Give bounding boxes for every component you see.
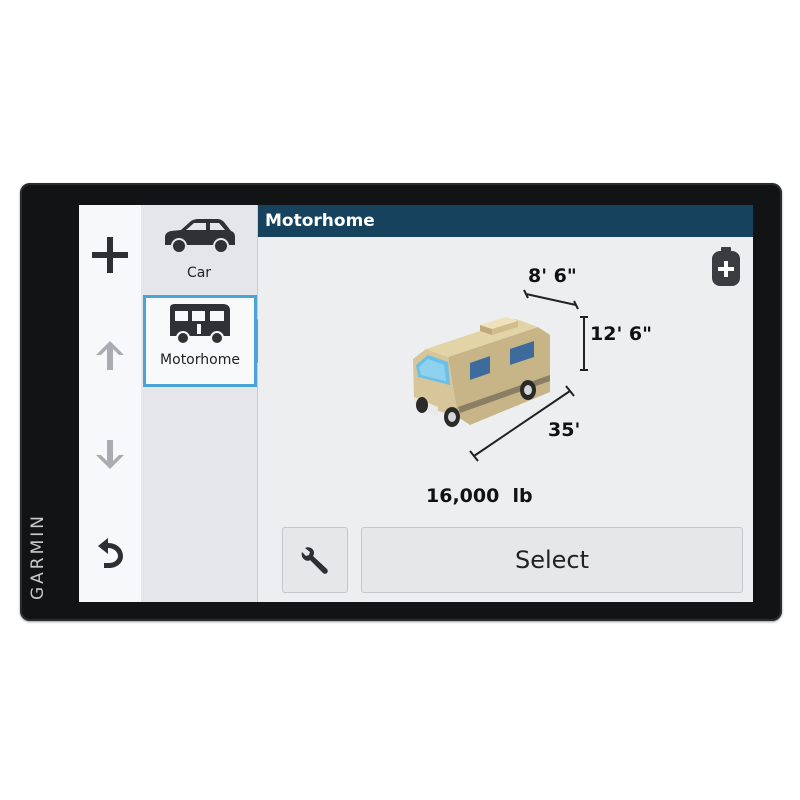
wrench-icon: [301, 547, 328, 574]
car-icon: [165, 219, 235, 254]
control-rail: [79, 205, 142, 602]
width-value: 8' 6": [528, 265, 577, 287]
arrow-down-icon: [96, 440, 124, 469]
profile-label: Motorhome: [160, 352, 240, 368]
dimension-lines: [469, 289, 588, 462]
vehicle-profile-list: Car Motorhome: [141, 205, 258, 602]
length-value: 35': [548, 419, 581, 441]
select-button[interactable]: Select: [361, 527, 743, 593]
vehicle-details-panel: 8' 6" 12' 6" 35' 16,000 lb Select: [258, 237, 753, 602]
back-button[interactable]: [79, 523, 141, 583]
scroll-down-button[interactable]: [79, 425, 141, 485]
settings-button[interactable]: [282, 527, 348, 593]
page-title: Motorhome: [258, 205, 753, 237]
profile-item-motorhome[interactable]: Motorhome: [143, 295, 257, 387]
add-icon: [92, 237, 128, 273]
screen: Car Motorhome Motorhome 8' 6" 12' 6" 35'…: [79, 205, 753, 602]
scroll-up-button[interactable]: [79, 325, 141, 385]
motorhome-icon: [170, 304, 230, 345]
brand-logo: GARMIN: [28, 512, 48, 600]
arrow-up-icon: [96, 341, 124, 370]
height-value: 12' 6": [590, 323, 652, 345]
weight-value: 16,000 lb: [426, 485, 533, 507]
back-icon: [98, 538, 123, 568]
add-button[interactable]: [79, 225, 141, 285]
profile-item-car[interactable]: Car: [143, 209, 255, 299]
profile-label: Car: [186, 265, 212, 281]
